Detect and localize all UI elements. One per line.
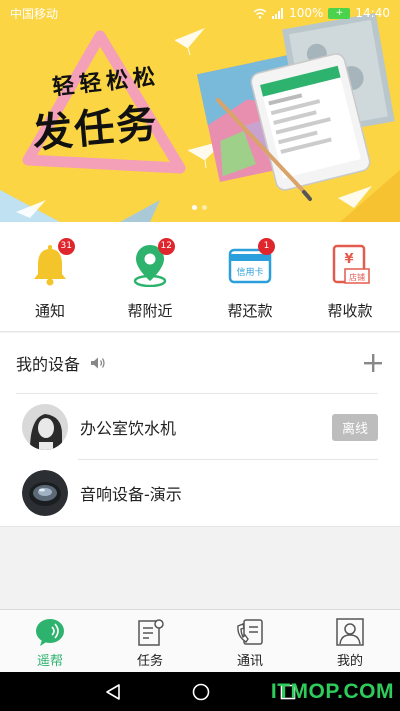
quick-action-repay[interactable]: 信用卡 1 帮还款 bbox=[200, 222, 300, 331]
carousel-dot-2 bbox=[202, 205, 207, 210]
tab-me[interactable]: 我的 bbox=[300, 610, 400, 672]
person-icon bbox=[336, 618, 364, 646]
my-devices-panel: 我的设备 办公室饮水机 离线 音响设备-演示 bbox=[0, 333, 400, 527]
device-avatar bbox=[22, 404, 68, 450]
credit-card-icon-text: 信用卡 bbox=[236, 266, 263, 278]
tab-tasks[interactable]: 任务 bbox=[100, 610, 200, 672]
carousel-dot-1 bbox=[192, 205, 197, 210]
receipt-icon: ¥ 店铺 bbox=[332, 244, 370, 284]
speaker-volume-icon[interactable] bbox=[90, 356, 106, 370]
tab-contacts[interactable]: 通讯 bbox=[200, 610, 300, 672]
quick-action-label: 帮还款 bbox=[227, 302, 273, 320]
tab-label: 通讯 bbox=[236, 654, 263, 669]
speaker-image bbox=[22, 470, 68, 516]
phone-book-icon bbox=[237, 619, 263, 645]
quick-action-label: 通知 bbox=[34, 302, 65, 320]
quick-action-collect[interactable]: ¥ 店铺 帮收款 bbox=[300, 222, 400, 331]
add-device-icon[interactable] bbox=[362, 352, 384, 374]
device-row-speaker[interactable]: 音响设备-演示 bbox=[0, 460, 400, 526]
woman-portrait-image bbox=[22, 404, 68, 450]
svg-text:¥: ¥ bbox=[344, 252, 353, 267]
repay-badge: 1 bbox=[258, 238, 275, 255]
status-indicators: 100% + 14:40 bbox=[253, 6, 390, 20]
quick-action-icon-wrap: 信用卡 1 bbox=[227, 238, 275, 288]
device-row-water-dispenser[interactable]: 办公室饮水机 离线 bbox=[0, 394, 400, 460]
quick-actions: 31 通知 12 帮附近 信用卡 1 帮还款 ¥ 店铺 帮收款 bbox=[0, 222, 400, 332]
devices-title: 我的设备 bbox=[16, 355, 81, 374]
devices-header: 我的设备 bbox=[0, 333, 400, 393]
notify-badge: 31 bbox=[57, 238, 75, 255]
battery-percent: 100% bbox=[289, 6, 324, 20]
task-doc-icon bbox=[138, 619, 164, 646]
wifi-icon bbox=[253, 8, 267, 19]
bottom-tab-bar: 遥帮 任务 通讯 我的 bbox=[0, 609, 400, 672]
status-bar: 中国移动 100% + 14:40 bbox=[0, 0, 400, 26]
tab-yaobang[interactable]: 遥帮 bbox=[0, 610, 100, 672]
device-avatar bbox=[22, 470, 68, 516]
carrier-name: 中国移动 bbox=[10, 6, 59, 21]
nearby-badge: 12 bbox=[157, 238, 175, 255]
tab-label: 我的 bbox=[336, 654, 363, 669]
banner-slogan-main: 发任务 bbox=[30, 99, 161, 158]
offline-status-badge: 离线 bbox=[331, 413, 378, 441]
quick-action-nearby[interactable]: 12 帮附近 bbox=[100, 222, 200, 331]
device-name: 办公室饮水机 bbox=[80, 419, 177, 438]
device-name: 音响设备-演示 bbox=[80, 485, 182, 504]
devices-title-wrap: 我的设备 bbox=[16, 351, 106, 375]
quick-action-label: 帮附近 bbox=[127, 302, 173, 320]
carousel-indicator bbox=[192, 205, 207, 210]
quick-action-icon-wrap: 31 bbox=[27, 238, 75, 288]
chat-bubble-icon bbox=[36, 619, 64, 646]
watermark-text: ITMOP.COM bbox=[270, 679, 394, 703]
quick-action-notify[interactable]: 31 通知 bbox=[0, 222, 100, 331]
status-time: 14:40 bbox=[355, 6, 390, 20]
signal-icon bbox=[272, 7, 284, 19]
receipt-icon-text: 店铺 bbox=[349, 272, 365, 282]
home-circle-icon[interactable] bbox=[192, 683, 210, 701]
promo-banner[interactable]: 轻轻松松 发任务 中国移动 100% + 14:40 bbox=[0, 0, 400, 222]
back-triangle-icon[interactable] bbox=[104, 683, 122, 701]
tab-label: 任务 bbox=[136, 654, 163, 669]
quick-action-icon-wrap: ¥ 店铺 bbox=[327, 242, 373, 288]
quick-action-label: 帮收款 bbox=[327, 302, 373, 320]
battery-icon: + bbox=[328, 7, 351, 19]
tab-label: 遥帮 bbox=[36, 654, 63, 669]
quick-action-icon-wrap: 12 bbox=[127, 238, 175, 288]
